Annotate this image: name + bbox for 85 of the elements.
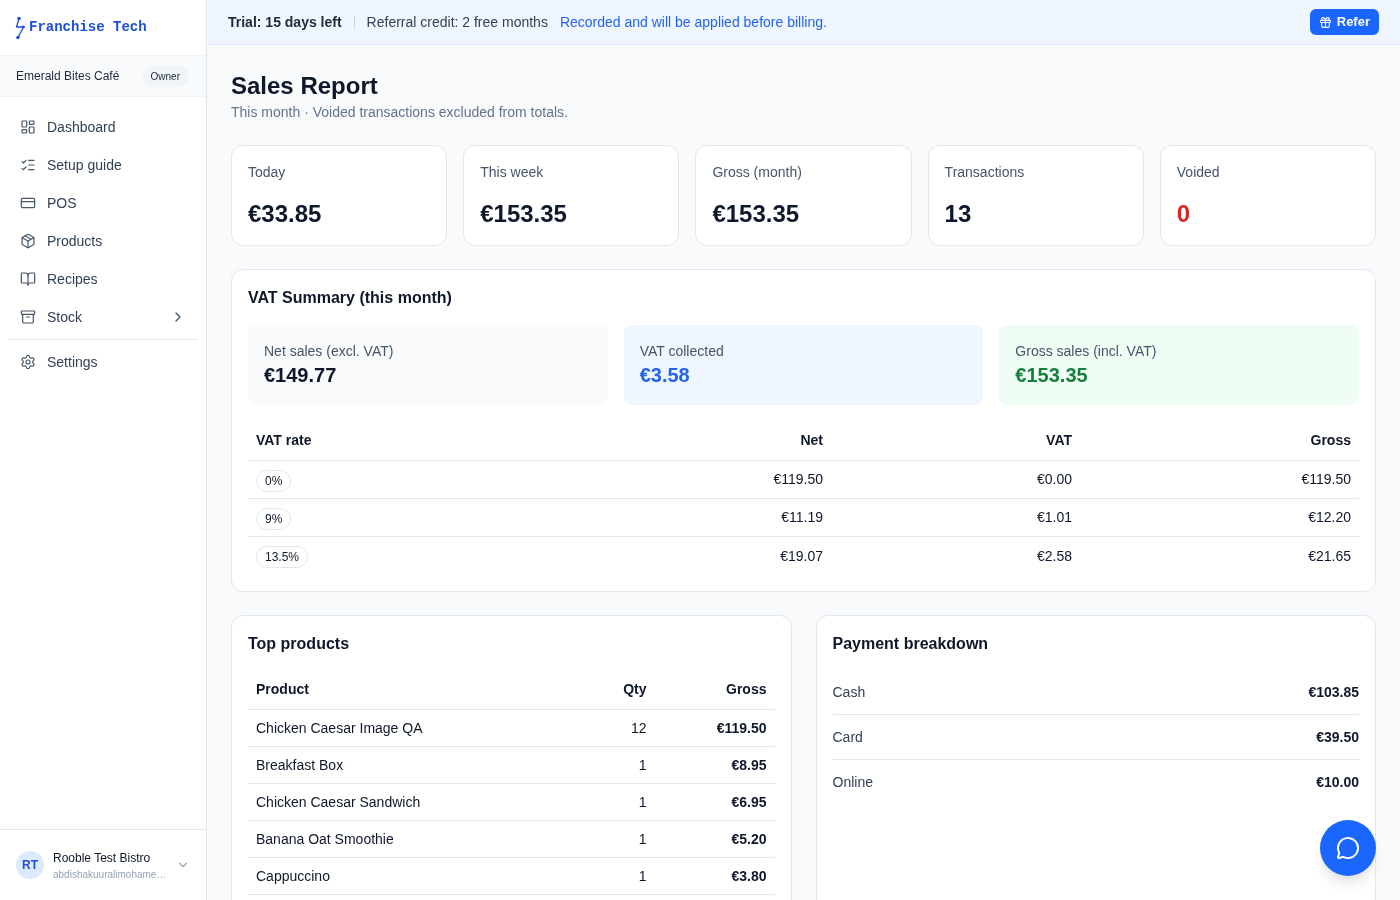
user-email: abdishakuuralimohame…	[53, 867, 167, 882]
stat-label: Transactions	[944, 163, 1026, 182]
stat-label: Today	[248, 163, 287, 182]
table-cell-text: €21.65	[1307, 546, 1352, 566]
table-cell-text: Banana Oat Smoothie	[255, 829, 395, 849]
table-cell-text: €6.95	[730, 792, 768, 812]
column-header: Gross	[725, 680, 768, 699]
total-value: €153.35	[1015, 363, 1089, 388]
table-cell-text: €1.01	[1035, 508, 1073, 527]
stat-value: €33.85	[248, 199, 323, 229]
trial-status: Trial: 15 days left	[228, 12, 342, 32]
table-cell-text: €2.58	[1035, 546, 1073, 566]
table-cell-text: 1	[637, 792, 648, 812]
payment-method: Card	[832, 727, 863, 747]
total-label: Net sales (excl. VAT)	[264, 342, 395, 361]
stat-label: Gross (month)	[712, 163, 803, 182]
total-value: €149.77	[264, 363, 338, 388]
stat-value: 13	[944, 199, 973, 229]
total-label: VAT collected	[639, 342, 725, 361]
nav-item[interactable]: Stock	[8, 298, 198, 336]
book-icon	[20, 271, 36, 287]
table-cell-text: €119.50	[772, 470, 824, 489]
stat-label: This week	[480, 163, 545, 182]
stat-label: Voided	[1176, 163, 1221, 182]
column-header: Product	[255, 680, 310, 699]
nav-item[interactable]: Products	[8, 222, 198, 260]
credit-card-icon	[20, 195, 36, 211]
table-cell-text: 1	[637, 755, 648, 775]
logo-icon	[14, 15, 26, 40]
page-title: Sales Report	[231, 71, 379, 101]
user-name: Rooble Test Bistro	[53, 849, 152, 867]
stat-value: €153.35	[480, 199, 568, 229]
table-cell-text: €119.50	[1300, 470, 1352, 489]
table-cell-text: Chicken Caesar Image QA	[255, 718, 424, 738]
referral-credit: Referral credit: 2 free months	[366, 12, 548, 32]
nav-item[interactable]: Settings	[8, 343, 198, 381]
table-cell-text: 1	[637, 866, 648, 886]
layout-grid-icon	[20, 119, 36, 135]
store-name: Emerald Bites Café	[16, 68, 120, 85]
page-subtitle: This month · Voided transactions excluded from totals.	[231, 103, 569, 122]
column-header: Net	[799, 431, 824, 450]
payment-amount: €10.00	[1316, 773, 1359, 792]
role-tag: Owner	[141, 65, 189, 87]
nav-item[interactable]: Dashboard	[8, 108, 198, 146]
card-title: Payment breakdown	[832, 634, 990, 654]
total-value: €3.58	[639, 363, 691, 388]
card-title: Top products	[248, 634, 351, 654]
table-cell-text: €5.20	[730, 829, 768, 849]
gift-icon	[1318, 15, 1332, 29]
column-header: Qty	[622, 680, 648, 699]
column-header: Gross	[1309, 431, 1352, 450]
payment-amount: €103.85	[1308, 682, 1359, 702]
table-cell-text: Breakfast Box	[255, 755, 345, 775]
cube-icon	[20, 233, 36, 249]
payment-amount: €39.50	[1316, 727, 1359, 747]
column-header: VAT rate	[255, 431, 313, 450]
table-cell-text: €11.19	[780, 508, 824, 527]
settings-icon	[20, 354, 36, 370]
brand-name: Franchise Tech	[29, 18, 147, 37]
table-cell-text: Chicken Caesar Sandwich	[255, 792, 422, 812]
table-cell-text: 1	[637, 829, 648, 849]
nav-item[interactable]: POS	[8, 184, 198, 222]
table-cell-text: €3.80	[730, 866, 768, 886]
column-header: VAT	[1045, 431, 1073, 450]
table-cell-text: €12.20	[1307, 508, 1352, 527]
table-cell-text: 12	[629, 718, 648, 738]
total-label: Gross sales (incl. VAT)	[1015, 342, 1158, 361]
card-title: VAT Summary (this month)	[248, 288, 453, 308]
table-cell-text: €8.95	[730, 755, 768, 775]
nav-item[interactable]: Recipes	[8, 260, 198, 298]
nav-item[interactable]: Setup guide	[8, 146, 198, 184]
table-cell-text: €119.50	[715, 718, 768, 738]
archive-icon	[20, 309, 36, 325]
checklist-icon	[20, 157, 36, 173]
stat-value: 0	[1176, 199, 1192, 229]
payment-method: Cash	[832, 682, 866, 702]
avatar-initials: RT	[16, 851, 44, 879]
table-cell-text: Cappuccino	[255, 866, 331, 886]
chat-icon	[1336, 836, 1360, 860]
table-cell-text: €19.07	[779, 546, 824, 566]
table-cell-text: €0.00	[1035, 470, 1073, 489]
stat-value: €153.35	[712, 199, 801, 229]
referral-note: Recorded and will be applied before billing.	[559, 12, 827, 32]
payment-method: Online	[832, 773, 873, 792]
refer-button[interactable]: Refer	[1309, 9, 1379, 35]
